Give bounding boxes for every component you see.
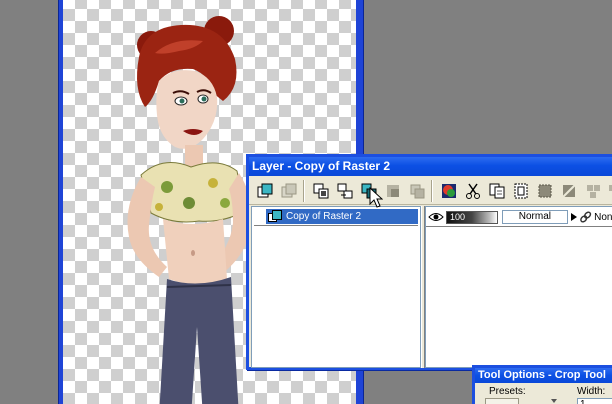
new-vector-layer-icon[interactable] xyxy=(279,181,299,201)
group-icon[interactable] xyxy=(605,181,612,201)
layer-properties-icon[interactable] xyxy=(439,181,459,201)
move-down-icon[interactable] xyxy=(407,181,427,201)
presets-button[interactable] xyxy=(485,398,519,404)
select-none-icon[interactable] xyxy=(559,181,579,201)
link-set-label: None xyxy=(594,211,612,223)
blend-mode-dropdown[interactable]: Normal xyxy=(501,210,569,224)
width-input[interactable]: 1 xyxy=(577,398,612,404)
width-label: Width: xyxy=(577,386,606,397)
layer-palette[interactable]: Layer - Copy of Raster 2 Copy of Raster … xyxy=(246,154,612,370)
blend-mode-arrow-icon[interactable] xyxy=(570,210,578,224)
eye-icon xyxy=(428,213,444,221)
opacity-value: 100 xyxy=(450,211,466,222)
select-all-icon[interactable] xyxy=(535,181,555,201)
delete-layer-icon[interactable] xyxy=(335,181,355,201)
layer-item-copy-of-raster-2[interactable]: Copy of Raster 2 xyxy=(266,209,418,224)
paste-icon[interactable] xyxy=(511,181,531,201)
copy-icon[interactable] xyxy=(487,181,507,201)
properties-divider xyxy=(426,226,612,227)
mouse-cursor-icon xyxy=(369,187,383,208)
opacity-slider[interactable]: 100 xyxy=(446,210,498,224)
layer-properties-pane: 100 Normal None xyxy=(425,206,612,368)
presets-label: Presets: xyxy=(489,386,526,397)
layer-palette-title[interactable]: Layer - Copy of Raster 2 xyxy=(249,157,612,176)
edit-selection-icon[interactable] xyxy=(583,181,603,201)
link-icon[interactable] xyxy=(579,210,592,224)
raster-layer-icon xyxy=(268,210,282,222)
layer-name: Copy of Raster 2 xyxy=(286,211,362,222)
cut-icon[interactable] xyxy=(463,181,483,201)
layer-toolbar xyxy=(249,176,612,205)
layer-list-divider xyxy=(254,225,418,226)
tool-options-palette[interactable]: Tool Options - Crop Tool Presets: Width:… xyxy=(472,365,612,404)
toolbar-separator xyxy=(431,180,433,202)
move-up-icon[interactable] xyxy=(383,181,403,201)
new-raster-layer-icon[interactable] xyxy=(255,181,275,201)
presets-arrow-icon[interactable] xyxy=(549,396,559,404)
layer-properties-row: 100 Normal None xyxy=(426,209,612,225)
duplicate-layer-icon[interactable] xyxy=(311,181,331,201)
layer-list[interactable]: Copy of Raster 2 xyxy=(251,206,421,368)
toolbar-separator xyxy=(303,180,305,202)
tool-options-title[interactable]: Tool Options - Crop Tool xyxy=(475,368,612,383)
visibility-toggle[interactable] xyxy=(428,210,444,224)
